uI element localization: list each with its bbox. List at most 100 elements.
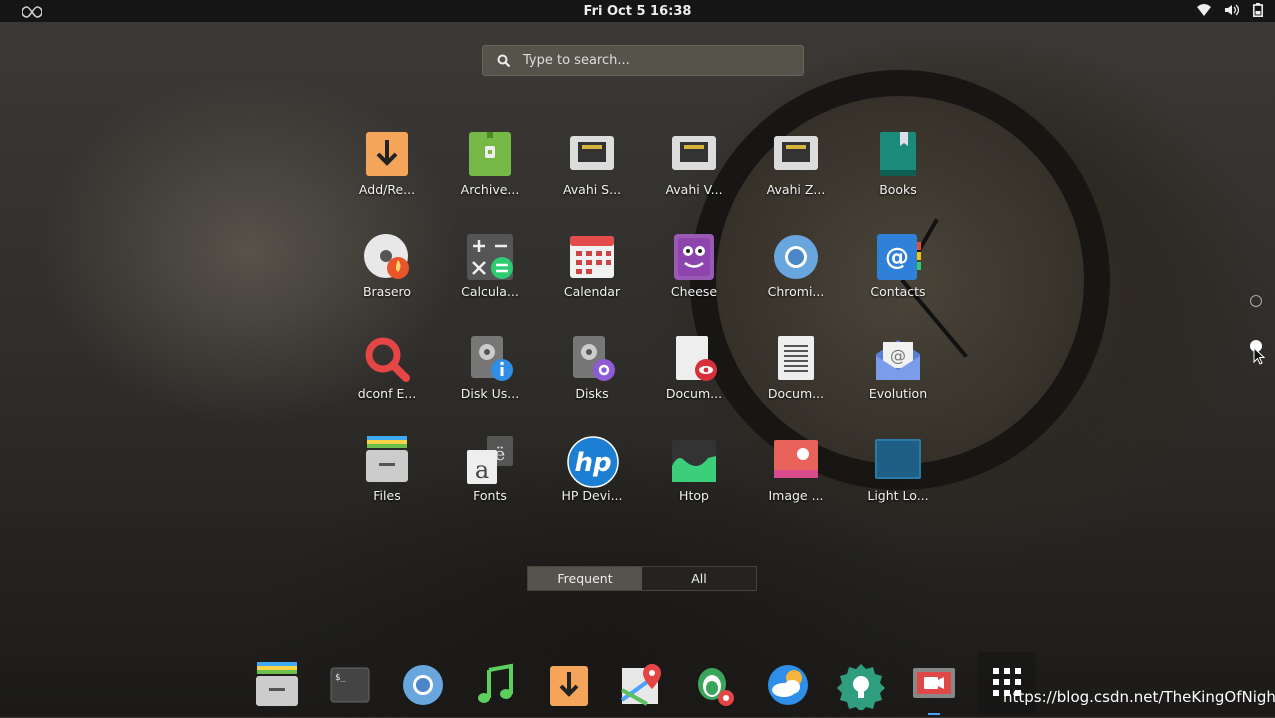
app-label: Files [373,488,401,503]
clock[interactable]: Fri Oct 5 16:38 [584,4,692,19]
files-icon [362,436,412,486]
network-server-icon [567,130,617,180]
app-books[interactable]: Books [848,130,948,197]
book-icon [873,130,923,180]
app-label: Docum... [767,386,825,401]
dock-tweaks-icon[interactable] [690,660,740,710]
wifi-icon[interactable] [1197,4,1211,16]
svg-text:@: @ [890,346,906,365]
mouse-cursor-icon [1253,346,1266,369]
svg-text:$_: $_ [335,673,346,683]
search-box[interactable] [482,45,804,76]
app-fonts[interactable]: ëa Fonts [440,436,540,503]
app-avahi-vnc[interactable]: Avahi V... [644,130,744,197]
dock-software-install-icon[interactable] [544,660,594,710]
app-chromium[interactable]: Chromi... [746,232,846,299]
battery-icon[interactable] [1253,3,1263,17]
app-avahi-zeroconf[interactable]: Avahi Z... [746,130,846,197]
image-viewer-icon [771,436,821,486]
webcam-icon [669,232,719,282]
top-bar: Fri Oct 5 16:38 [0,0,1275,22]
app-disk-usage[interactable]: Disk Us... [440,334,540,401]
fonts-icon: ëa [465,436,515,486]
app-image-viewer[interactable]: Image ... [746,436,846,503]
dock-maps-icon[interactable] [617,660,667,710]
app-dconf-editor[interactable]: dconf E... [337,334,437,401]
dock-music-icon[interactable] [471,660,521,710]
tab-frequent[interactable]: Frequent [528,567,642,590]
app-hp-device-manager[interactable]: hp HP Devi... [542,436,642,503]
document-viewer-icon [669,334,719,384]
app-label: Avahi V... [665,182,723,197]
mail-icon: @ [873,334,923,384]
app-brasero[interactable]: Brasero [337,232,437,299]
watermark-url: https://blog.csdn.net/TheKingOfNight [1003,688,1275,706]
activities-icon[interactable] [21,4,43,18]
app-label: Evolution [868,386,928,401]
app-label: Calendar [563,284,621,299]
app-label: Books [879,182,917,197]
app-label: Archive... [460,182,520,197]
volume-icon[interactable] [1225,4,1239,16]
app-view-switcher: Frequent All [527,566,757,591]
disks-icon [567,334,617,384]
app-label: Light Lo... [867,488,929,503]
app-evolution[interactable]: @ Evolution [848,334,948,401]
app-calculator[interactable]: Calcula... [440,232,540,299]
app-add-remove-software[interactable]: Add/Re... [337,130,437,197]
app-label: Docum... [665,386,723,401]
tab-all[interactable]: All [642,567,756,590]
search-input[interactable] [521,52,785,69]
calculator-icon [465,232,515,282]
app-label: dconf E... [357,386,417,401]
calendar-icon [567,232,617,282]
network-server-icon [669,130,719,180]
dock-screen-recorder-icon[interactable] [909,660,959,715]
chromium-icon [771,232,821,282]
app-calendar[interactable]: Calendar [542,232,642,299]
app-label: Avahi Z... [766,182,826,197]
app-label: Htop [679,488,709,503]
app-htop[interactable]: Htop [644,436,744,503]
app-label: Cheese [670,284,718,299]
lock-screen-icon [873,436,923,486]
search-icon [497,54,511,67]
app-label: Disks [575,386,609,401]
app-files[interactable]: Files [337,436,437,503]
app-cheese[interactable]: Cheese [644,232,744,299]
app-document-viewer[interactable]: Docum... [644,334,744,401]
app-documents[interactable]: Docum... [746,334,846,401]
dock-weather-icon[interactable] [763,660,813,710]
app-label: Chromi... [767,284,825,299]
app-label: Brasero [362,284,412,299]
disk-usage-icon [465,334,515,384]
system-monitor-icon [669,436,719,486]
app-label: Fonts [473,488,507,503]
running-indicator [928,713,940,715]
disc-burner-icon [362,232,412,282]
app-contacts[interactable]: @ Contacts [848,232,948,299]
app-label: Contacts [870,284,926,299]
dock-settings-icon[interactable] [836,660,886,712]
app-label: Image ... [768,488,824,503]
software-install-icon [362,130,412,180]
app-label: Avahi S... [562,182,622,197]
app-disks[interactable]: Disks [542,334,642,401]
page-indicator[interactable] [1250,295,1262,307]
app-label: HP Devi... [561,488,623,503]
dock-chromium-icon[interactable] [398,660,448,710]
contacts-icon: @ [873,232,923,282]
hp-logo-icon: hp [567,436,619,488]
app-archive-manager[interactable]: Archive... [440,130,540,197]
app-label: Calcula... [461,284,519,299]
svg-text:hp: hp [574,448,611,478]
system-tray[interactable] [1197,3,1263,17]
dash-dock: $_ [0,652,1275,717]
app-avahi-ssh[interactable]: Avahi S... [542,130,642,197]
dock-files-icon[interactable] [252,660,302,710]
app-light-locker[interactable]: Light Lo... [848,436,948,503]
magnifier-icon [362,334,412,384]
archive-manager-icon [465,130,515,180]
document-icon [771,334,821,384]
dock-terminal-icon[interactable]: $_ [325,660,375,710]
